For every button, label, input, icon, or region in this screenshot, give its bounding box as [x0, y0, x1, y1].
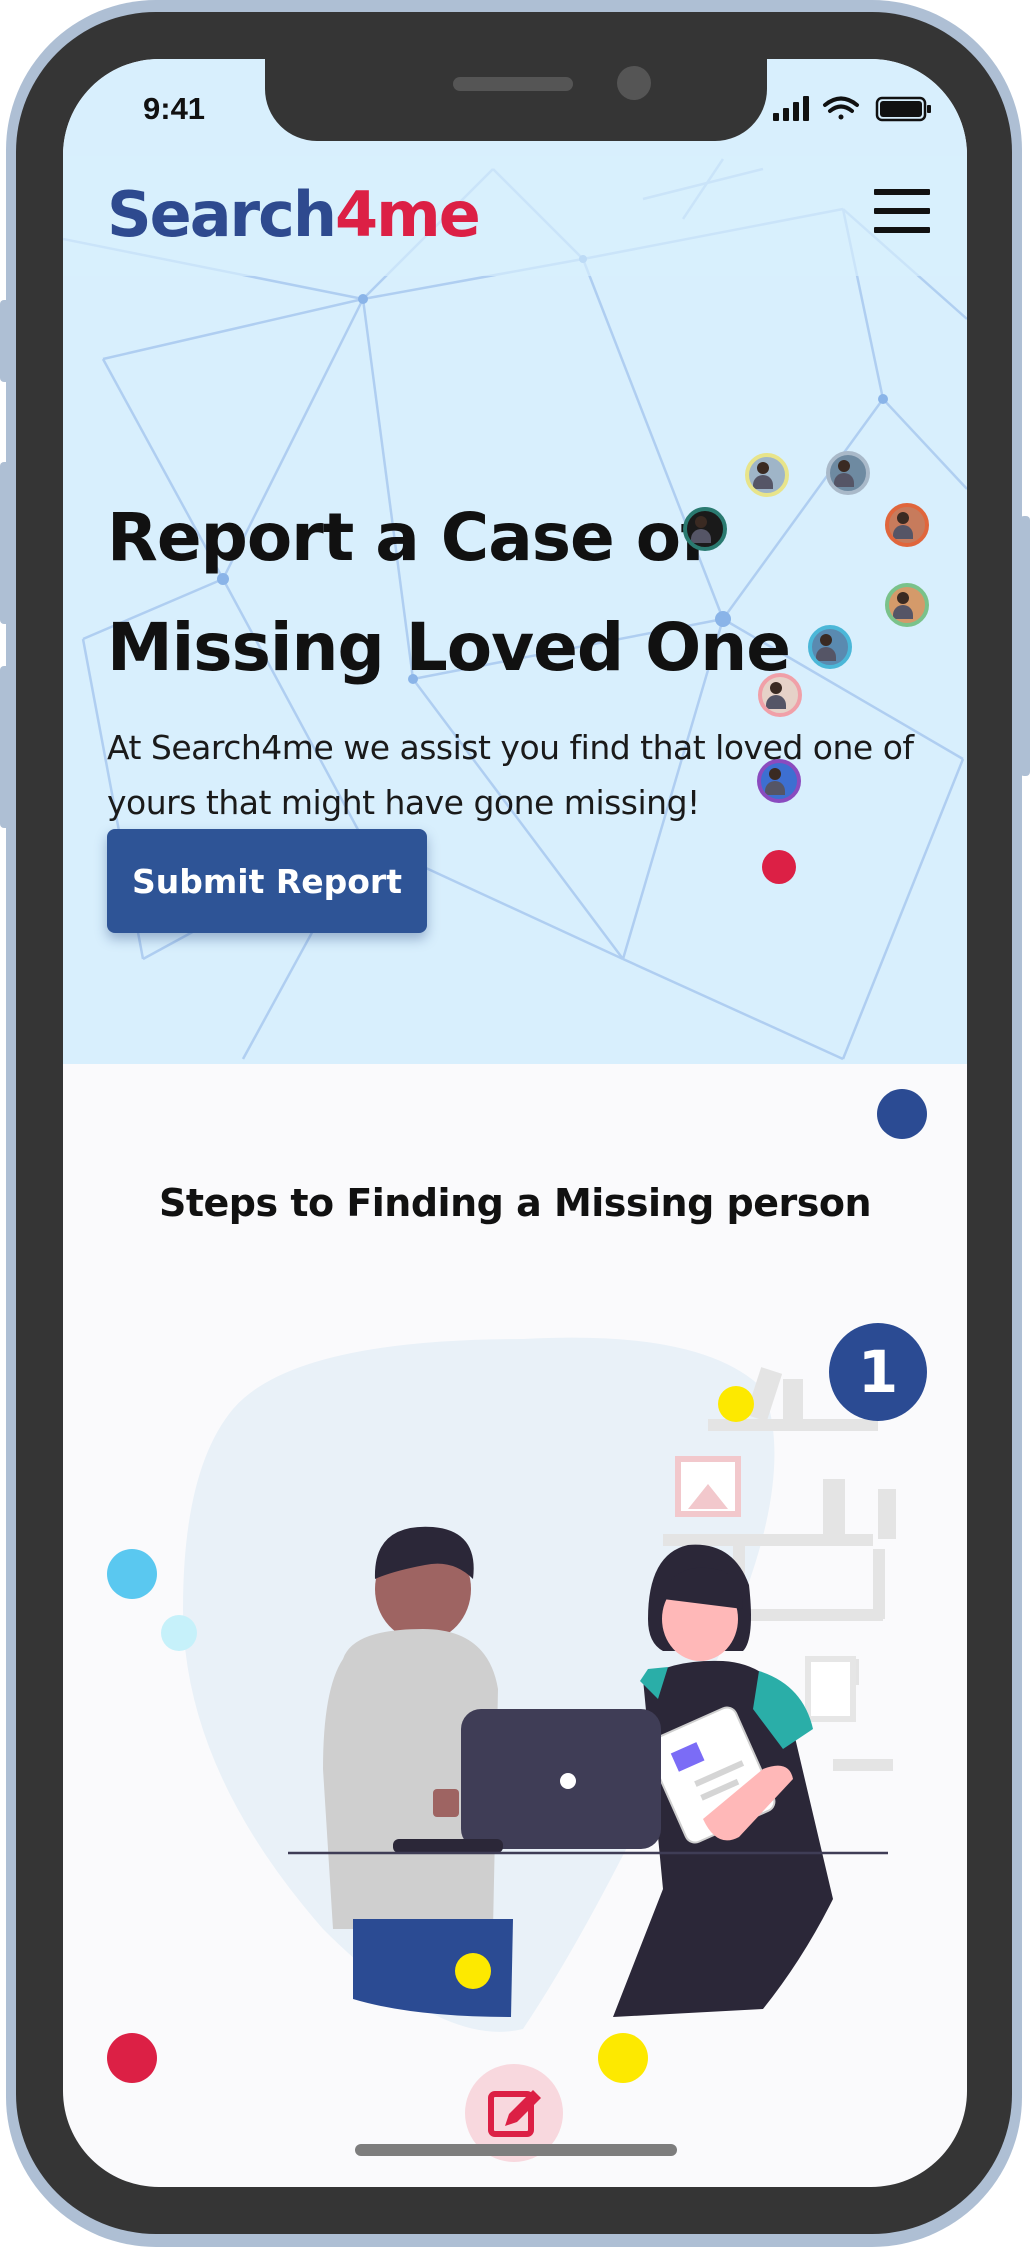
decorative-dot [877, 1089, 927, 1139]
team-illustration [183, 1337, 896, 2032]
power-button [1020, 516, 1030, 776]
home-indicator[interactable] [355, 2144, 677, 2156]
logo-text-four: 4 [335, 178, 378, 251]
hamburger-menu-icon[interactable] [874, 189, 930, 233]
logo-text-search: Search [107, 178, 337, 251]
avatar [885, 583, 929, 627]
status-icons [773, 96, 931, 122]
avatar [808, 625, 852, 669]
decorative-dot [455, 1953, 491, 1989]
avatar [826, 451, 870, 495]
battery-icon [875, 96, 931, 122]
avatar [757, 759, 801, 803]
avatar [885, 503, 929, 547]
submit-report-button[interactable]: Submit Report [107, 829, 427, 933]
logo-text-me: me [376, 178, 481, 251]
volume-down-button [0, 666, 10, 828]
screen: Report a Case of Missing Loved One At Se… [63, 59, 967, 2187]
header: Search4me [63, 156, 967, 276]
volume-up-button [0, 462, 10, 624]
device-notch [265, 59, 767, 141]
avatar [745, 453, 789, 497]
steps-section-title: Steps to Finding a Missing person [158, 1180, 872, 1225]
logo[interactable]: Search4me [107, 178, 481, 251]
hero-title: Report a Case of Missing Loved One [107, 499, 791, 687]
decorative-dot [107, 1549, 157, 1599]
signal-icon [773, 96, 809, 121]
avatar [758, 673, 802, 717]
decorative-dot [598, 2033, 648, 2083]
avatar [683, 507, 727, 551]
status-time: 9:41 [143, 91, 206, 126]
decorative-dot [107, 2033, 157, 2083]
decorative-dot [762, 850, 796, 884]
side-button [0, 300, 10, 382]
hero-subtitle: At Search4me we assist you find that lov… [107, 728, 914, 822]
decorative-dot [161, 1615, 197, 1651]
step-number-badge: 1 [829, 1323, 927, 1421]
wifi-icon [823, 96, 859, 120]
decorative-dot [718, 1386, 754, 1422]
